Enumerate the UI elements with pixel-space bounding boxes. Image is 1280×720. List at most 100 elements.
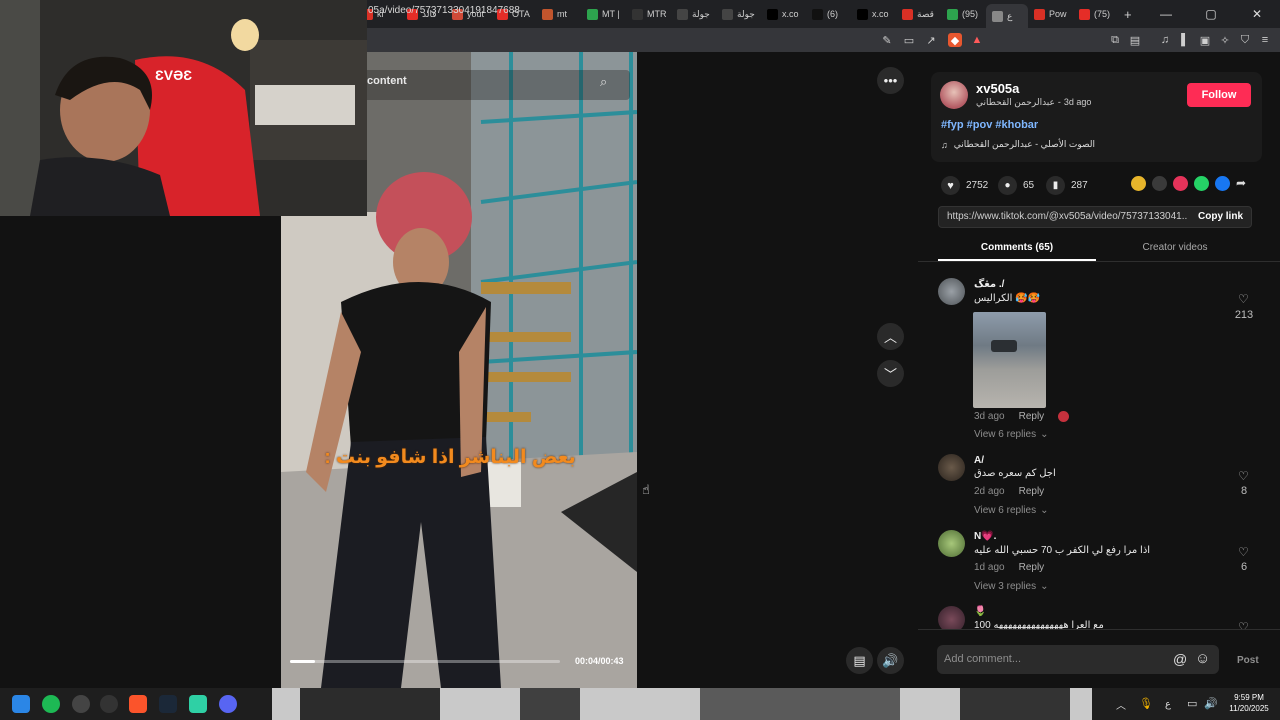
brave-shield-icon[interactable]: ◆ <box>948 33 962 47</box>
view-replies-label: View 6 replies <box>974 429 1037 440</box>
comment-like-icon[interactable]: ♡ <box>1238 545 1249 559</box>
follow-button[interactable]: Follow <box>1187 83 1251 107</box>
commenter-avatar[interactable] <box>938 530 965 557</box>
translate-icon[interactable]: ✎ <box>880 33 894 47</box>
speaker-icon[interactable]: 🔊 <box>1204 697 1218 710</box>
save-count: 287 <box>1071 180 1088 191</box>
facebook-icon[interactable] <box>1215 176 1230 191</box>
comment-stat[interactable]: ● 65 <box>998 176 1034 195</box>
brave-browser-icon[interactable] <box>129 695 147 713</box>
comment-input[interactable]: Add comment... <box>944 653 1021 665</box>
share-arrow-icon[interactable]: ➦ <box>1236 176 1246 191</box>
browser-tab[interactable]: (75) <box>1073 3 1118 25</box>
browser-tab[interactable]: MTR <box>626 3 671 25</box>
brave-rewards-icon[interactable]: ▲ <box>970 33 984 47</box>
github-desktop-icon[interactable] <box>100 695 118 713</box>
more-options-button[interactable]: ••• <box>877 67 904 94</box>
hashtags[interactable]: #fyp #pov #khobar <box>941 119 1038 131</box>
comment-like-icon[interactable]: ♡ <box>1238 620 1249 629</box>
browser-tab[interactable]: x.co <box>851 3 896 25</box>
whatsapp-icon[interactable] <box>1194 176 1209 191</box>
repost-icon[interactable] <box>1131 176 1146 191</box>
post-button[interactable]: Post <box>1237 655 1259 666</box>
browser-tab[interactable]: MT | <box>581 3 626 25</box>
floating-player-icon[interactable]: ▤ <box>846 647 873 674</box>
comment-like-icon[interactable]: ♡ <box>1238 469 1249 483</box>
tab-label: x.co <box>872 9 889 19</box>
leo-ai-icon[interactable]: ✧ <box>1218 33 1232 47</box>
reply-button[interactable]: Reply <box>1019 486 1045 497</box>
reply-button[interactable]: Reply <box>1019 411 1045 422</box>
browser-tab[interactable]: Pow <box>1028 3 1073 25</box>
view-replies-button[interactable]: View 6 replies ⌄ <box>974 505 1048 516</box>
send-to-friends-icon[interactable] <box>1173 176 1188 191</box>
discord-icon[interactable] <box>219 695 237 713</box>
app-icon[interactable] <box>189 695 207 713</box>
comment-meta: 2d ago Reply <box>974 486 1044 497</box>
clock[interactable]: 9:59 PM 11/20/2025 <box>1224 692 1274 714</box>
previous-video-button[interactable]: ︿ <box>877 323 904 350</box>
comment-image[interactable] <box>973 312 1046 408</box>
author-username[interactable]: xv505a <box>976 81 1019 96</box>
browser-tab[interactable]: جولة <box>716 3 761 25</box>
tab-comments[interactable]: Comments (65) <box>938 242 1096 253</box>
steam-icon[interactable] <box>159 695 177 713</box>
new-tab-button[interactable]: + <box>1118 3 1138 25</box>
commenter-avatar[interactable] <box>938 454 965 481</box>
sound-row[interactable]: ♫ الصوت الأصلي - عبدالرحمن القحطاني <box>941 139 1095 150</box>
media-icon[interactable]: ♫ <box>1158 33 1172 47</box>
close-window-button[interactable]: ✕ <box>1234 0 1280 28</box>
commenter-name[interactable]: 🌷 <box>974 606 986 617</box>
windows-start-icon[interactable] <box>12 695 30 713</box>
mention-icon[interactable]: @ <box>1173 651 1187 667</box>
sidebar-toggle-icon[interactable]: ▤ <box>1128 33 1142 47</box>
commenter-avatar[interactable] <box>938 606 965 629</box>
vpn-icon[interactable]: ⛉ <box>1238 33 1252 47</box>
obs-icon[interactable] <box>72 695 90 713</box>
commenter-avatar[interactable] <box>938 278 965 305</box>
copy-link-button[interactable]: Copy link <box>1198 211 1243 222</box>
browser-tab[interactable]: mt <box>536 3 581 25</box>
next-video-button[interactable]: ﹀ <box>877 360 904 387</box>
network-icon[interactable]: ▭ <box>1187 697 1197 710</box>
view-replies-button[interactable]: View 6 replies ⌄ <box>974 429 1048 440</box>
comment-like-icon[interactable]: ♡ <box>1238 292 1249 306</box>
author-avatar[interactable] <box>940 81 968 109</box>
cast-icon[interactable]: ▭ <box>902 33 916 47</box>
menu-icon[interactable]: ≡ <box>1258 33 1272 47</box>
search-icon[interactable]: ⌕ <box>600 74 607 90</box>
language-indicator[interactable]: ع <box>1165 699 1171 710</box>
view-replies-button[interactable]: View 3 replies ⌄ <box>974 581 1048 592</box>
share-page-icon[interactable]: ↗ <box>924 33 938 47</box>
progress-track[interactable] <box>290 660 560 663</box>
reading-list-icon[interactable]: ▌ <box>1178 33 1192 47</box>
like-stat[interactable]: ♥ 2752 <box>941 176 988 195</box>
spotify-icon[interactable] <box>42 695 60 713</box>
video-link[interactable]: https://www.tiktok.com/@xv505a/video/757… <box>947 211 1187 222</box>
emoji-icon[interactable]: ☺ <box>1195 650 1210 667</box>
maximize-button[interactable]: ▢ <box>1188 0 1234 28</box>
commenter-name[interactable]: N💗. <box>974 531 996 542</box>
save-stat[interactable]: ▮ 287 <box>1046 176 1088 195</box>
comment-like-count: 8 <box>1240 485 1248 497</box>
tray-chevron-icon[interactable]: ︿ <box>1116 697 1126 712</box>
tab-creator-videos[interactable]: Creator videos <box>1096 242 1254 253</box>
volume-icon[interactable]: 🔊 <box>877 647 904 674</box>
browser-tab[interactable]: جولة <box>671 3 716 25</box>
commenter-name[interactable]: A/ <box>974 455 984 466</box>
browser-tab[interactable]: x.co <box>761 3 806 25</box>
browser-tab[interactable]: قصة <box>896 3 941 25</box>
wallet-icon[interactable]: ▣ <box>1198 33 1212 47</box>
embed-icon[interactable] <box>1152 176 1167 191</box>
browser-tab[interactable]: ع <box>986 4 1028 28</box>
minimize-button[interactable]: — <box>1144 0 1188 28</box>
url-text[interactable]: 05a/video/7573713304191847688 <box>368 5 520 16</box>
commenter-name[interactable]: مڠگ ./ <box>974 279 1004 290</box>
microphone-icon[interactable]: 🎙 <box>1139 697 1153 710</box>
tab-favicon-icon <box>587 8 598 20</box>
browser-tab[interactable]: (6) <box>806 3 851 25</box>
extensions-icon[interactable]: ⧉ <box>1108 33 1122 47</box>
browser-tab[interactable]: (95) <box>941 3 986 25</box>
reply-button[interactable]: Reply <box>1019 562 1045 573</box>
tab-favicon-icon <box>677 8 688 20</box>
